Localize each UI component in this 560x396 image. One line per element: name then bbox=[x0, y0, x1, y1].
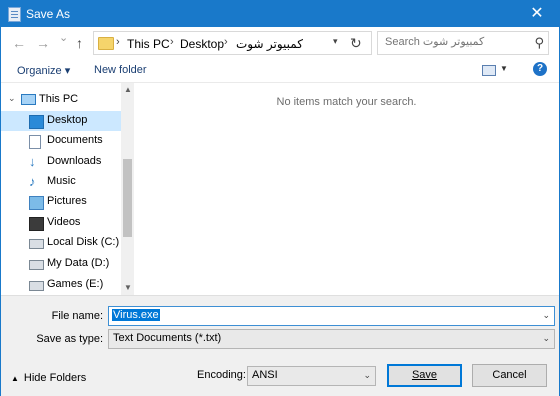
hide-folders-label: Hide Folders bbox=[23, 372, 87, 384]
sidebar-item-music[interactable]: ♪ Music bbox=[1, 172, 121, 192]
empty-results-message: No items match your search. bbox=[276, 96, 417, 108]
chevron-down-icon[interactable]: ⌄ bbox=[542, 310, 550, 321]
save-as-type-value: Text Documents (*.txt) bbox=[113, 332, 222, 344]
search-box[interactable]: ⚲ bbox=[377, 31, 549, 55]
save-as-type-select[interactable]: Text Documents (*.txt) ⌄ bbox=[108, 329, 555, 349]
documents-icon bbox=[29, 135, 41, 149]
new-folder-button[interactable]: New folder bbox=[94, 64, 147, 76]
sidebar-item-desktop[interactable]: Desktop bbox=[1, 111, 121, 131]
chevron-right-icon[interactable]: › bbox=[170, 36, 174, 48]
save-options-panel: File name: Virus.exe ⌄ Save as type: Tex… bbox=[1, 295, 559, 396]
pictures-icon bbox=[29, 196, 44, 210]
refresh-icon[interactable]: ↻ bbox=[350, 35, 362, 52]
search-input[interactable] bbox=[381, 34, 534, 50]
cancel-button[interactable]: Cancel bbox=[472, 364, 547, 387]
scroll-up-icon[interactable]: ▲ bbox=[124, 85, 132, 94]
sidebar-item-games-e[interactable]: Games (E:) bbox=[1, 275, 121, 295]
sidebar-item-label: Downloads bbox=[47, 155, 102, 167]
toolbar: Organize ▾ New folder ▼ ? bbox=[1, 60, 559, 83]
help-icon[interactable]: ? bbox=[533, 62, 547, 76]
sidebar-item-label: Music bbox=[47, 175, 76, 187]
sidebar-item-local-disk-c[interactable]: Local Disk (C:) bbox=[1, 233, 121, 253]
sidebar-item-label: Desktop bbox=[47, 114, 88, 126]
file-name-value[interactable]: Virus.exe bbox=[112, 309, 160, 321]
close-button[interactable]: ✕ bbox=[515, 1, 559, 27]
title-bar: Save As ✕ bbox=[1, 1, 559, 27]
sidebar-item-label: My Data (D:) bbox=[47, 257, 110, 269]
disk-icon bbox=[29, 281, 44, 291]
sidebar-item-my-data-d[interactable]: My Data (D:) bbox=[1, 254, 121, 274]
sidebar-item-this-pc[interactable]: ⌄ This PC bbox=[1, 90, 121, 110]
navigation-scrollbar[interactable]: ▲ ▼ bbox=[121, 83, 134, 295]
organize-menu[interactable]: Organize ▾ bbox=[17, 64, 70, 77]
save-as-type-label: Save as type: bbox=[36, 333, 103, 345]
breadcrumb-desktop[interactable]: Desktop bbox=[180, 37, 224, 51]
sidebar-item-label: Games (E:) bbox=[47, 278, 104, 290]
downloads-icon: ↓ bbox=[29, 154, 36, 169]
navigation-pane: ⌄ This PC Desktop Documents ↓ Downloads … bbox=[1, 83, 121, 295]
chevron-right-icon[interactable]: › bbox=[224, 36, 228, 48]
sidebar-item-label: This PC bbox=[39, 93, 79, 105]
save-button[interactable]: Save bbox=[387, 364, 462, 387]
dialog-title: Save As bbox=[26, 7, 71, 21]
disk-icon bbox=[29, 260, 44, 270]
sidebar-item-pictures[interactable]: Pictures bbox=[1, 192, 121, 212]
music-icon: ♪ bbox=[29, 174, 36, 189]
search-icon: ⚲ bbox=[534, 35, 544, 50]
file-list-area[interactable]: No items match your search. bbox=[134, 83, 559, 295]
sidebar-item-label: Videos bbox=[47, 216, 81, 228]
navigation-row: ← → ⌄ ↑ › This PC › Desktop › كمبيوتر شو… bbox=[1, 27, 559, 60]
address-bar[interactable]: › This PC › Desktop › كمبيوتر شوت ▾ ↻ bbox=[93, 31, 372, 55]
sidebar-item-videos[interactable]: Videos bbox=[1, 213, 121, 233]
hide-folders-toggle[interactable]: ▲ Hide Folders bbox=[11, 372, 86, 384]
encoding-value: ANSI bbox=[252, 369, 278, 381]
chevron-up-icon: ▲ bbox=[11, 374, 19, 383]
file-name-field[interactable]: Virus.exe ⌄ bbox=[108, 306, 555, 326]
chevron-down-icon[interactable]: ▾ bbox=[333, 36, 338, 47]
chevron-down-icon[interactable]: ⌄ bbox=[363, 370, 371, 381]
videos-icon bbox=[29, 217, 44, 231]
file-name-label: File name: bbox=[51, 310, 103, 322]
encoding-select[interactable]: ANSI ⌄ bbox=[247, 366, 376, 386]
encoding-label: Encoding: bbox=[197, 369, 246, 381]
computer-icon bbox=[21, 94, 36, 105]
expand-chevron-icon[interactable]: ⌄ bbox=[8, 93, 16, 104]
view-options-icon[interactable] bbox=[482, 65, 496, 76]
save-button-label: Save bbox=[411, 369, 438, 381]
breadcrumb-current-folder[interactable]: كمبيوتر شوت bbox=[236, 37, 303, 51]
recent-locations-icon[interactable]: ⌄ bbox=[59, 31, 68, 44]
save-as-dialog: Save As ✕ ← → ⌄ ↑ › This PC › Desktop › … bbox=[0, 0, 560, 396]
folder-icon bbox=[98, 37, 114, 50]
disk-icon bbox=[29, 239, 44, 249]
breadcrumb-this-pc[interactable]: This PC bbox=[127, 37, 170, 51]
sidebar-item-downloads[interactable]: ↓ Downloads bbox=[1, 152, 121, 172]
up-arrow-icon[interactable]: ↑ bbox=[76, 35, 83, 51]
forward-arrow-icon[interactable]: → bbox=[36, 35, 50, 51]
sidebar-item-label: Pictures bbox=[47, 195, 87, 207]
chevron-down-icon[interactable]: ⌄ bbox=[542, 333, 550, 344]
sidebar-item-label: Documents bbox=[47, 134, 103, 146]
chevron-right-icon[interactable]: › bbox=[116, 36, 120, 48]
desktop-icon bbox=[29, 115, 44, 129]
sidebar-item-documents[interactable]: Documents bbox=[1, 131, 121, 151]
notepad-icon bbox=[8, 7, 21, 22]
scrollbar-thumb[interactable] bbox=[123, 159, 132, 237]
back-arrow-icon[interactable]: ← bbox=[12, 35, 26, 51]
scroll-down-icon[interactable]: ▼ bbox=[124, 283, 132, 292]
chevron-down-icon[interactable]: ▼ bbox=[500, 64, 508, 73]
sidebar-item-label: Local Disk (C:) bbox=[47, 236, 120, 248]
